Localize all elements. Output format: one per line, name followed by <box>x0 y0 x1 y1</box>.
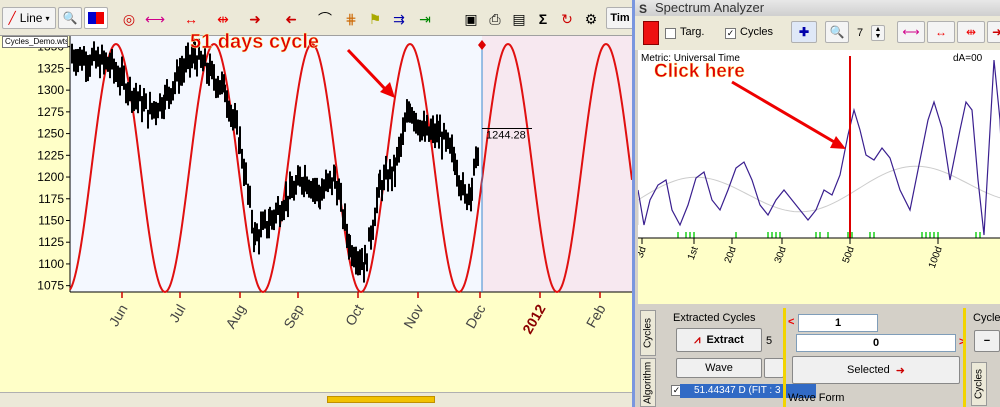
chart-window: ╱ Line ▾ 🔍 ◎ ⟷ ↔ ⇹ ➜ ➜ ⌒ ⋕ ⚑ ⇉ ⇥ ▣ ⎙ ▤ Σ ↻… <box>0 0 634 407</box>
spectrum-chart[interactable]: 3d 1st 20d 30d 50d 100d <box>638 50 1000 306</box>
tab-algorithm[interactable]: Algorithm <box>640 358 656 407</box>
cycles-label: Cycles <box>740 26 774 38</box>
line-tool-dropdown[interactable]: ╱ Line ▾ <box>2 7 56 29</box>
y-tick-label: 1325 <box>37 61 64 75</box>
wave-form-label: Wave Form <box>788 392 845 404</box>
y-tick-label: 1250 <box>37 127 64 141</box>
targ-label: Targ. <box>680 26 705 38</box>
cycle-offset-field[interactable]: 0 <box>796 334 956 352</box>
settings-icon[interactable]: ⚙ <box>580 9 602 29</box>
color-indicator[interactable] <box>643 21 659 45</box>
flag-icon[interactable]: ⚑ <box>364 9 386 29</box>
y-tick-label: 1275 <box>37 105 64 119</box>
y-tick-label: 1100 <box>38 257 64 271</box>
arrow-left-icon[interactable]: ➜ <box>280 9 302 29</box>
metric-label: Metric: Universal Time <box>641 53 740 64</box>
y-tick-label: 1300 <box>37 83 64 97</box>
expand-icon[interactable]: ↔ <box>927 21 955 43</box>
compress-icon[interactable]: ⇹ <box>212 9 234 29</box>
arrow-right-icon: ➜ <box>895 364 906 377</box>
spectrum-title-bar: S Spectrum Analyzer <box>635 0 1000 16</box>
zoom-target-icon[interactable]: ◎ <box>118 9 140 29</box>
spectrum-x-tick-label: 3d <box>638 245 649 259</box>
cycles-checkbox[interactable]: ✓ <box>725 28 736 39</box>
spectrum-baseline-curve <box>638 165 1000 225</box>
spectrum-x-tick-label: 50d <box>841 245 857 264</box>
extract-chart-icon: ⩘ <box>694 333 701 346</box>
right-cycle-label: Cycle <box>973 312 1000 324</box>
y-tick-label: 1075 <box>37 279 64 293</box>
y-tick-label: 1175 <box>38 192 64 206</box>
measure-horizontal-icon[interactable]: ⟷ <box>144 9 166 29</box>
pivot-icon[interactable]: ⋕ <box>340 9 362 29</box>
selected-button-label: Selected <box>846 364 890 376</box>
spectrum-x-tick-label: 20d <box>723 245 739 264</box>
spectrum-x-tick-label: 100d <box>927 245 945 270</box>
scrollbar-thumb[interactable] <box>327 396 435 403</box>
da-label: dA=00 <box>953 53 983 64</box>
arrow-right-icon[interactable]: ➜ <box>244 9 266 29</box>
cycle-icon[interactable]: ⌒ <box>314 9 336 29</box>
sigma-icon[interactable]: Σ <box>532 9 554 29</box>
y-tick-label: 1200 <box>37 170 64 184</box>
spectrum-analyzer-window: S Spectrum Analyzer Targ. ✓ Cycles ✚ 🔍 7… <box>632 0 1000 407</box>
panel-divider <box>783 308 786 407</box>
wave-button[interactable]: Wave <box>676 358 762 378</box>
selected-button[interactable]: Selected ➜ <box>792 356 960 384</box>
y-tick-label: 1225 <box>37 148 64 162</box>
extract-button[interactable]: ⩘ Extract <box>676 328 762 352</box>
y-tick-label: 1150 <box>38 213 64 227</box>
zoom-icon[interactable]: 🔍 <box>825 21 849 43</box>
cycle-prev-arrow[interactable]: < <box>788 316 794 328</box>
chart-file-tag: Cycles_Demo.wts <box>2 36 68 48</box>
chart-icon[interactable]: ▤ <box>508 9 530 29</box>
tab-cycles[interactable]: Cycles <box>640 310 656 356</box>
print-icon[interactable]: ⎙ <box>484 9 506 29</box>
spectrum-toolbar: Targ. ✓ Cycles ✚ 🔍 7 ▲ ▼ ⟷ ↔ ⇹ ➜ <box>635 16 1000 50</box>
zoom-spinner[interactable]: ▲ ▼ <box>871 25 885 41</box>
arrow-right-icon[interactable]: ➜ <box>987 21 1000 43</box>
tab-cycles-right[interactable]: Cycles <box>971 362 987 406</box>
horizontal-scrollbar[interactable] <box>0 392 632 407</box>
future-background <box>482 36 632 292</box>
refresh-icon[interactable]: ↻ <box>556 9 578 29</box>
expand-icon[interactable]: ↔ <box>180 9 202 29</box>
project-icon[interactable]: ⇥ <box>414 9 436 29</box>
extract-button-label: Extract <box>706 334 744 346</box>
price-readout: 1244.28 <box>486 130 526 142</box>
line-tool-label: Line <box>19 11 43 25</box>
targ-checkbox[interactable] <box>665 28 676 39</box>
time-button[interactable]: Tim <box>606 7 634 29</box>
zoom-icon[interactable]: 🔍 <box>58 7 82 29</box>
image-icon[interactable]: ▣ <box>460 9 482 29</box>
compress-icon[interactable]: ⇹ <box>957 21 985 43</box>
desktop: ╱ Line ▾ 🔍 ◎ ⟷ ↔ ⇹ ➜ ➜ ⌒ ⋕ ⚑ ⇉ ⇥ ▣ ⎙ ▤ Σ ↻… <box>0 0 1000 407</box>
cycle-index-field[interactable]: 1 <box>798 314 878 332</box>
price-chart: 1350132513001275125012251200117511501125… <box>0 36 632 392</box>
chart-toolbar: ╱ Line ▾ 🔍 ◎ ⟷ ↔ ⇹ ➜ ➜ ⌒ ⋕ ⚑ ⇉ ⇥ ▣ ⎙ ▤ Σ ↻… <box>0 0 634 36</box>
panel-divider-right <box>963 308 966 407</box>
app-logo-icon: S <box>639 2 648 16</box>
minus-button[interactable]: − <box>974 330 1000 352</box>
extracted-cycles-label: Extracted Cycles <box>673 312 756 324</box>
wave-secondary-button[interactable] <box>764 358 784 378</box>
spectrum-title: Spectrum Analyzer <box>655 0 765 15</box>
y-tick-label: 1125 <box>38 235 64 249</box>
cycles-panel: Cycles Algorithm Extracted Cycles ⩘ Extr… <box>638 306 1000 407</box>
spectrum-x-tick-label: 1st <box>686 245 701 262</box>
forward-icon[interactable]: ⇉ <box>388 9 410 29</box>
add-icon[interactable]: ✚ <box>791 21 817 43</box>
color-swatch-icon[interactable] <box>84 7 108 29</box>
zoom-value: 7 <box>857 27 864 39</box>
measure-horizontal-icon[interactable]: ⟷ <box>897 21 925 43</box>
spectrum-x-tick-label: 30d <box>773 245 789 264</box>
extract-count: 5 <box>766 335 773 347</box>
